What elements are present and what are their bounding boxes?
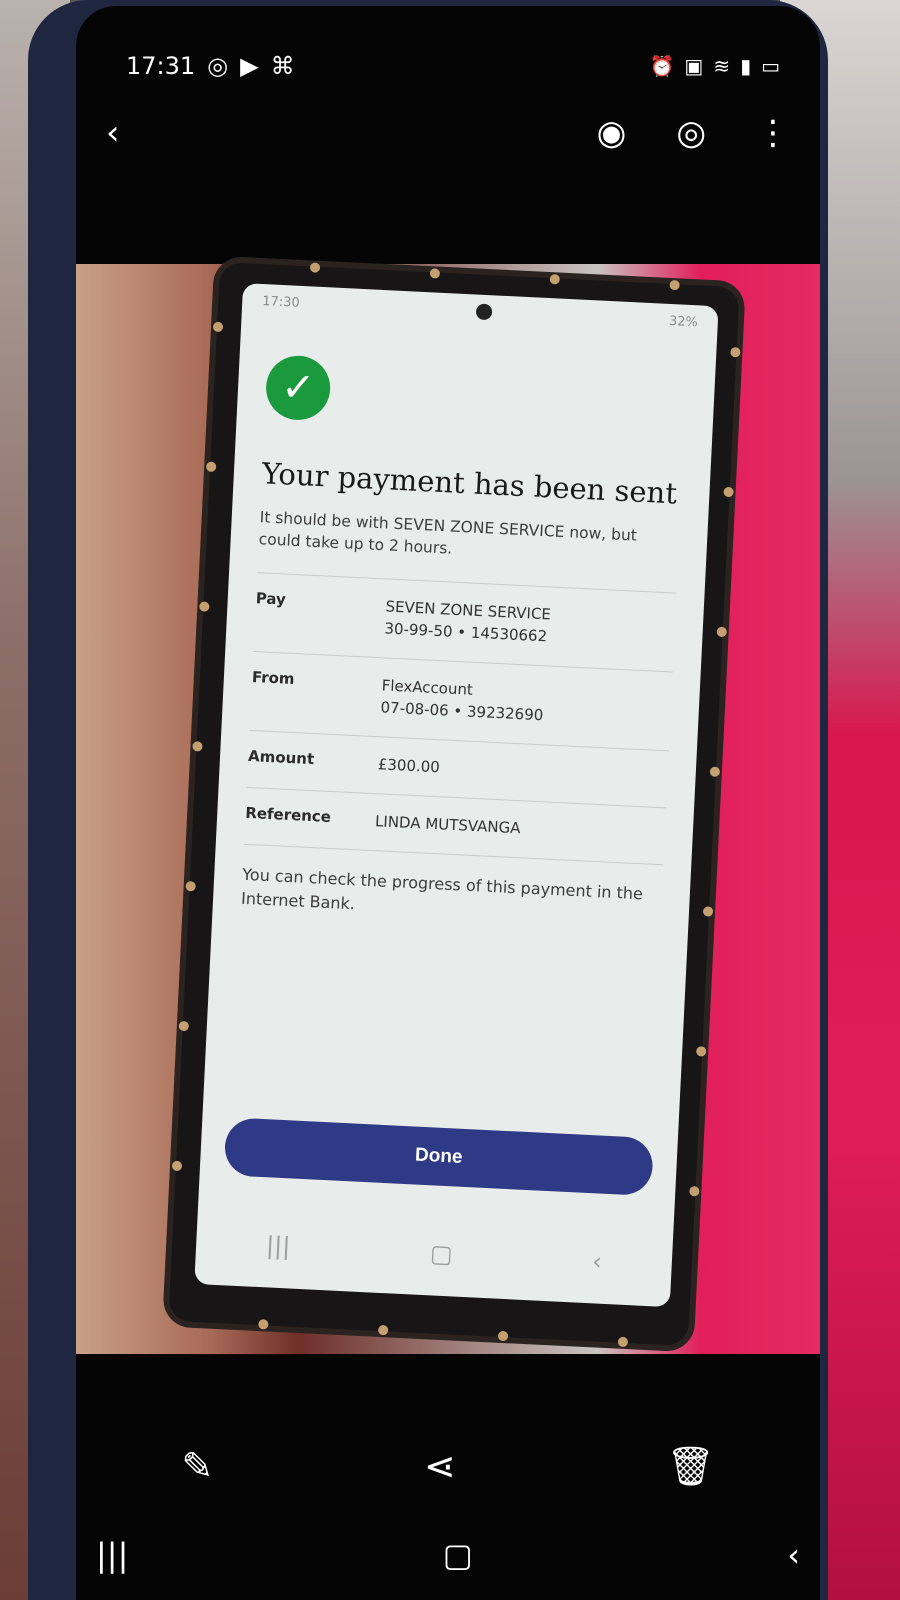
page-title: Your payment has been sent: [261, 456, 678, 511]
youtube-icon: ▶: [240, 52, 259, 80]
lock-icon: ▣: [684, 54, 704, 78]
gallery-icon: ⌘: [270, 52, 295, 80]
row-label: Amount: [247, 746, 315, 769]
front-camera: [475, 303, 493, 321]
recents-icon[interactable]: |||: [265, 1231, 291, 1260]
status-bar: 17:31 ◎ ▶ ⌘ ⏰ ▣ ≋ ▮ ▭: [126, 46, 780, 86]
inner-phone-case: 17:30 32% ✓ Your payment has been sent I…: [168, 261, 741, 1348]
payment-amount: £300.00: [377, 755, 441, 777]
back-arrow-icon[interactable]: ‹: [106, 116, 120, 150]
whatsapp-icon: ◎: [207, 52, 229, 80]
inner-nav-bar: ||| ▢ ‹: [195, 1222, 672, 1285]
checkmark-icon: ✓: [264, 354, 332, 422]
signal-icon: ▮: [740, 54, 752, 78]
payment-reference: LINDA MUTSVANGA: [374, 812, 521, 838]
outer-phone: 17:31 ◎ ▶ ⌘ ⏰ ▣ ≋ ▮ ▭ ‹ ◉ ◎ ⋮ 17:30 32% …: [28, 0, 828, 1600]
row-label: Reference: [244, 803, 332, 826]
recents-icon[interactable]: |||: [96, 1536, 128, 1596]
row-label: Pay: [255, 589, 287, 609]
delete-trash-icon[interactable]: 🗑: [666, 1444, 714, 1489]
more-icon[interactable]: ⋮: [756, 116, 790, 150]
outer-screen: 17:31 ◎ ▶ ⌘ ⏰ ▣ ≋ ▮ ▭ ‹ ◉ ◎ ⋮ 17:30 32% …: [76, 6, 820, 1600]
inner-phone-screen: 17:30 32% ✓ Your payment has been sent I…: [194, 283, 719, 1308]
home-icon[interactable]: ▢: [443, 1536, 473, 1596]
done-button[interactable]: Done: [223, 1117, 654, 1197]
row-label: From: [251, 667, 295, 689]
share-icon[interactable]: ⋖: [424, 1444, 456, 1488]
inner-status-time: 17:30: [261, 293, 301, 311]
wifi-icon: ≋: [713, 54, 731, 78]
battery-icon: ▭: [761, 54, 780, 78]
gallery-bottom-toolbar: ✎ ⋖ 🗑: [76, 1416, 820, 1516]
remaster-icon[interactable]: ◉: [597, 116, 627, 150]
home-icon[interactable]: ▢: [429, 1239, 453, 1268]
payment-confirmation: ✓ Your payment has been sent It should b…: [213, 317, 717, 933]
payment-subtitle: It should be with SEVEN ZONE SERVICE now…: [258, 508, 638, 558]
back-icon[interactable]: ‹: [592, 1247, 603, 1275]
outer-nav-bar: ||| ▢ ‹: [76, 1536, 820, 1596]
status-time: 17:31: [126, 52, 196, 80]
eye-icon[interactable]: ◎: [676, 116, 706, 150]
alarm-icon: ⏰: [649, 54, 675, 78]
back-icon[interactable]: ‹: [787, 1536, 800, 1596]
gallery-top-bar: ‹ ◉ ◎ ⋮: [106, 98, 790, 168]
inner-battery-level: 32%: [668, 313, 699, 330]
edit-pencil-icon[interactable]: ✎: [181, 1444, 213, 1488]
